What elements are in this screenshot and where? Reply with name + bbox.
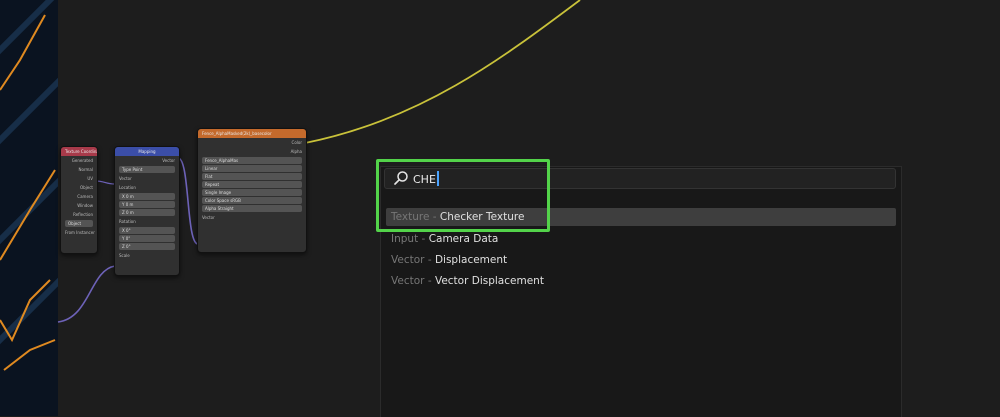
result-separator: - xyxy=(427,254,432,266)
axis-label: Z xyxy=(122,210,125,215)
result-separator: - xyxy=(427,275,432,287)
socket-object: Object xyxy=(79,185,93,190)
link-uv-to-vector xyxy=(95,180,116,185)
color-space-value: sRGB xyxy=(230,198,241,203)
rotation-x-field[interactable]: X 0° xyxy=(119,227,175,234)
socket-alpha: Alpha xyxy=(290,149,302,154)
link-color-wire xyxy=(304,0,581,144)
link-mapping-to-image xyxy=(177,157,199,245)
search-result-camera-data[interactable]: Input - Camera Data xyxy=(386,230,896,248)
result-category: Vector xyxy=(391,275,425,287)
socket-color: Color xyxy=(291,140,302,145)
result-separator: - xyxy=(421,233,426,245)
object-field[interactable]: Object xyxy=(65,220,93,227)
type-value: Point xyxy=(132,167,143,172)
text-caret xyxy=(437,171,439,186)
socket-vector-out: Vector xyxy=(162,158,175,163)
socket-window: Window xyxy=(77,203,93,208)
node-header[interactable]: Mapping xyxy=(115,147,179,156)
socket-reflection: Reflection xyxy=(73,212,93,217)
axis-value: 0° xyxy=(126,228,131,233)
location-x-field[interactable]: X 0 m xyxy=(119,193,175,200)
axis-value: 0 m xyxy=(125,202,134,207)
socket-vector-in: Vector xyxy=(119,176,132,181)
instancer-checkbox[interactable]: From Instancer xyxy=(61,228,97,237)
search-icon xyxy=(394,171,408,185)
axis-label: X xyxy=(122,194,125,199)
search-result-displacement[interactable]: Vector - Displacement xyxy=(386,251,896,269)
location-y-field[interactable]: Y 0 m xyxy=(119,201,175,208)
result-category: Vector xyxy=(391,254,425,266)
extension-dropdown[interactable]: Repeat xyxy=(202,181,302,188)
node-header[interactable]: Texture Coordinate xyxy=(61,147,97,156)
axis-value: 0° xyxy=(125,236,131,241)
axis-label: X xyxy=(122,228,125,233)
result-category: Texture xyxy=(391,211,430,223)
node-mapping[interactable]: Mapping Vector Type Point Vector Locatio… xyxy=(114,146,180,276)
axis-value: 0° xyxy=(126,244,131,249)
socket-vector-in: Vector xyxy=(202,215,215,220)
source-dropdown[interactable]: Single Image xyxy=(202,189,302,196)
result-separator: - xyxy=(432,211,437,223)
color-space-label: Color Space xyxy=(205,198,229,203)
axis-label: Y xyxy=(122,236,125,241)
location-label: Location xyxy=(119,185,136,190)
node-texture-coordinate[interactable]: Texture Coordinate Generated Normal UV O… xyxy=(60,146,98,254)
color-space-dropdown[interactable]: Color Space sRGB xyxy=(202,197,302,204)
result-name: Checker Texture xyxy=(439,211,525,223)
search-input[interactable] xyxy=(413,169,613,189)
socket-uv: UV xyxy=(87,176,93,181)
rotation-y-field[interactable]: Y 0° xyxy=(119,235,175,242)
socket-normal: Normal xyxy=(78,167,93,172)
scale-label: Scale xyxy=(119,253,130,258)
projection-dropdown[interactable]: Flat xyxy=(202,173,302,180)
socket-generated: Generated xyxy=(71,158,93,163)
node-header[interactable]: Fence_AlphaMasked(2k)_basecolor xyxy=(198,129,306,138)
search-result-checker-texture[interactable]: Texture - Checker Texture xyxy=(386,208,896,226)
alpha-label: Alpha xyxy=(205,206,217,211)
rotation-z-field[interactable]: Z 0° xyxy=(119,243,175,250)
axis-label: Z xyxy=(122,244,125,249)
rotation-label: Rotation xyxy=(119,219,136,224)
search-result-vector-displacement[interactable]: Vector - Vector Displacement xyxy=(386,272,896,290)
result-name: Camera Data xyxy=(428,233,499,245)
axis-label: Y xyxy=(122,202,125,207)
alpha-dropdown[interactable]: Alpha Straight xyxy=(202,205,302,212)
interpolation-dropdown[interactable]: Linear xyxy=(202,165,302,172)
node-image-texture[interactable]: Fence_AlphaMasked(2k)_basecolor Color Al… xyxy=(197,128,307,253)
image-selector[interactable]: Fence_AlphaMas xyxy=(202,157,302,164)
result-category: Input xyxy=(391,233,419,245)
add-node-search-menu xyxy=(380,166,902,417)
result-name: Vector Displacement xyxy=(434,275,544,287)
link-texcoord-to-mapping xyxy=(57,265,116,323)
result-name: Displacement xyxy=(434,254,508,266)
axis-value: 0 m xyxy=(126,210,134,215)
socket-camera: Camera xyxy=(77,194,93,199)
location-z-field[interactable]: Z 0 m xyxy=(119,209,175,216)
type-dropdown[interactable]: Type Point xyxy=(119,166,175,173)
type-label: Type xyxy=(122,167,132,172)
alpha-value: Straight xyxy=(217,206,234,211)
axis-value: 0 m xyxy=(126,194,134,199)
